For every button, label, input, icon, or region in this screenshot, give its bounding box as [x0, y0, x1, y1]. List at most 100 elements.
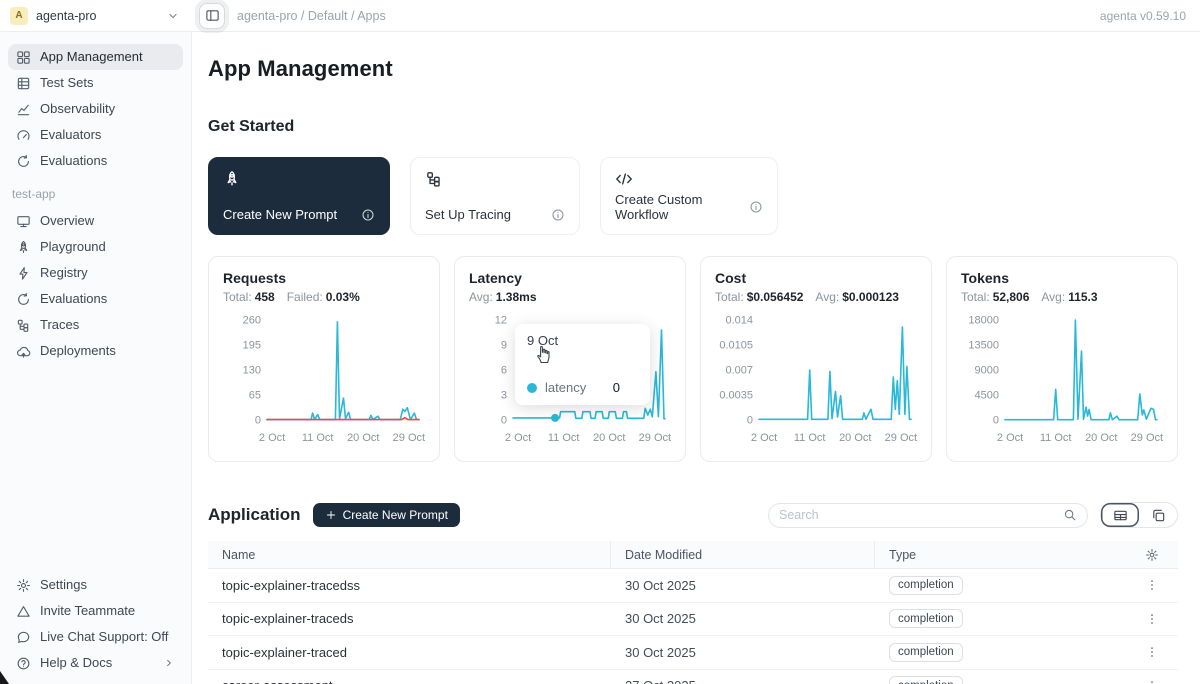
- app-name-cell: topic-explainer-tracedss: [208, 578, 611, 593]
- row-menu-button[interactable]: [1141, 641, 1163, 663]
- svg-text:11 Oct: 11 Oct: [302, 432, 334, 444]
- svg-text:11 Oct: 11 Oct: [1040, 432, 1072, 444]
- sidebar-app-section-label: test-app: [8, 174, 183, 208]
- search-input[interactable]: [779, 508, 1057, 522]
- svg-text:20 Oct: 20 Oct: [347, 432, 379, 444]
- stat-card-metrics: Avg:1.38ms: [469, 290, 671, 304]
- svg-text:2 Oct: 2 Oct: [751, 432, 777, 444]
- svg-text:130: 130: [243, 365, 261, 377]
- grid-icon: [16, 50, 31, 65]
- row-actions-cell: [1126, 675, 1178, 684]
- sidebar-bottom-item-live-chat-support-off[interactable]: Live Chat Support: Off: [8, 624, 183, 650]
- rocket-icon: [16, 240, 31, 255]
- metric: Total:$0.056452: [715, 290, 803, 304]
- svg-text:20 Oct: 20 Oct: [593, 432, 625, 444]
- svg-text:20 Oct: 20 Oct: [839, 432, 871, 444]
- tokens-chart: 04500900013500180002 Oct11 Oct20 Oct29 O…: [961, 308, 1165, 448]
- type-cell: completion: [875, 676, 1126, 684]
- sidebar: App Management Test Sets Observability Eval…: [0, 32, 192, 684]
- get-started-card-create-custom-workflow[interactable]: Create Custom Workflow: [600, 157, 778, 235]
- type-cell: completion: [875, 643, 1126, 662]
- view-toggle-cards-view[interactable]: [1139, 503, 1177, 527]
- workspace-name: agenta-pro: [36, 9, 96, 23]
- workspace-selector[interactable]: A agenta-pro: [0, 7, 192, 25]
- search-icon[interactable]: [1063, 508, 1077, 522]
- sidebar-app-item-deployments[interactable]: Deployments: [8, 338, 183, 364]
- app-name-cell: topic-explainer-traceds: [208, 611, 611, 626]
- sidebar-item-label: App Management: [40, 49, 143, 65]
- sidebar-item-observability[interactable]: Observability: [8, 96, 183, 122]
- sidebar-bottom-item-settings[interactable]: Settings: [8, 572, 183, 598]
- row-menu-button[interactable]: [1141, 574, 1163, 596]
- table-view-icon: [1113, 508, 1128, 523]
- svg-text:29 Oct: 29 Oct: [639, 432, 671, 444]
- metric-label: Failed:: [287, 290, 323, 304]
- sidebar-item-evaluations[interactable]: Evaluations: [8, 148, 183, 174]
- sidebar-item-label: Observability: [40, 101, 115, 117]
- metric: Total:458: [223, 290, 275, 304]
- type-badge: completion: [889, 576, 963, 595]
- dots-vertical-icon: [1145, 578, 1159, 592]
- svg-text:29 Oct: 29 Oct: [393, 432, 425, 444]
- tooltip-legend-row: latency 0: [527, 380, 640, 395]
- info-icon: [361, 208, 375, 222]
- metric-label: Total:: [961, 290, 990, 304]
- metric-value: 0.03%: [326, 290, 360, 304]
- sidebar-app-item-overview[interactable]: Overview: [8, 208, 183, 234]
- test-sets-icon: [16, 76, 31, 91]
- breadcrumb[interactable]: agenta-pro / Default / Apps: [237, 9, 386, 23]
- svg-text:65: 65: [249, 390, 261, 402]
- table-row[interactable]: topic-explainer-tracedss30 Oct 2025compl…: [208, 569, 1178, 603]
- applications-table: NameDate ModifiedType topic-explainer-tr…: [208, 541, 1178, 684]
- sidebar-item-label: Deployments: [40, 343, 116, 359]
- sidebar-bottom-item-help-docs[interactable]: Help & Docs: [8, 650, 183, 676]
- sidebar-item-app-management[interactable]: App Management: [8, 44, 183, 70]
- gear-icon: [16, 578, 31, 593]
- table-row[interactable]: topic-explainer-traced30 Oct 2025complet…: [208, 636, 1178, 670]
- table-row[interactable]: topic-explainer-traceds30 Oct 2025comple…: [208, 603, 1178, 637]
- sidebar-app-item-evaluations[interactable]: Evaluations: [8, 286, 183, 312]
- svg-text:0.0035: 0.0035: [719, 390, 753, 402]
- sidebar-toggle-button[interactable]: [199, 3, 225, 29]
- sidebar-item-test-sets[interactable]: Test Sets: [8, 70, 183, 96]
- stat-card-metrics: Total:52,806Avg:115.3: [961, 290, 1163, 304]
- gauge-icon: [16, 128, 31, 143]
- sidebar-item-label: Settings: [40, 577, 87, 593]
- sidebar-app-item-playground[interactable]: Playground: [8, 234, 183, 260]
- card-footer: Set Up Tracing: [425, 207, 565, 222]
- get-started-card-create-new-prompt[interactable]: Create New Prompt: [208, 157, 390, 235]
- svg-text:2 Oct: 2 Oct: [505, 432, 531, 444]
- sidebar-bottom-item-invite-teammate[interactable]: Invite Teammate: [8, 598, 183, 624]
- metric-label: Avg:: [469, 290, 493, 304]
- rocket-icon: [223, 170, 241, 188]
- card-footer: Create New Prompt: [223, 207, 375, 222]
- sidebar-item-label: Playground: [40, 239, 106, 255]
- svg-text:9000: 9000: [975, 365, 999, 377]
- metric-value: 1.38ms: [496, 290, 537, 304]
- table-row[interactable]: career-assessment27 Oct 2025completion: [208, 670, 1178, 684]
- gear-icon[interactable]: [1145, 548, 1159, 562]
- row-menu-button[interactable]: [1141, 675, 1163, 684]
- tokens-series-tokens: [1005, 320, 1157, 420]
- get-started-card-set-up-tracing[interactable]: Set Up Tracing: [410, 157, 580, 235]
- svg-text:11 Oct: 11 Oct: [794, 432, 826, 444]
- hand-cursor-icon: [534, 342, 554, 364]
- cursor-artifact: [0, 671, 9, 684]
- view-toggle-table-view[interactable]: [1101, 503, 1139, 527]
- sidebar-app-item-registry[interactable]: Registry: [8, 260, 183, 286]
- sidebar-app-item-traces[interactable]: Traces: [8, 312, 183, 338]
- get-started-cards: Create New Prompt Set Up Tracing Create Cu…: [208, 157, 1178, 235]
- chat-icon: [16, 630, 31, 645]
- get-started-heading: Get Started: [208, 118, 1178, 136]
- metric-label: Total:: [715, 290, 744, 304]
- stat-card-cost: CostTotal:$0.056452Avg:$0.00012300.00350…: [700, 256, 932, 462]
- date-modified-cell: 27 Oct 2025: [611, 678, 875, 684]
- create-new-prompt-button[interactable]: Create New Prompt: [313, 503, 460, 527]
- row-menu-button[interactable]: [1141, 608, 1163, 630]
- column-header-name: Name: [208, 541, 611, 568]
- svg-text:2 Oct: 2 Oct: [997, 432, 1023, 444]
- page-title: App Management: [208, 56, 1178, 82]
- type-badge: completion: [889, 609, 963, 628]
- sidebar-item-evaluators[interactable]: Evaluators: [8, 122, 183, 148]
- refresh-icon: [16, 292, 31, 307]
